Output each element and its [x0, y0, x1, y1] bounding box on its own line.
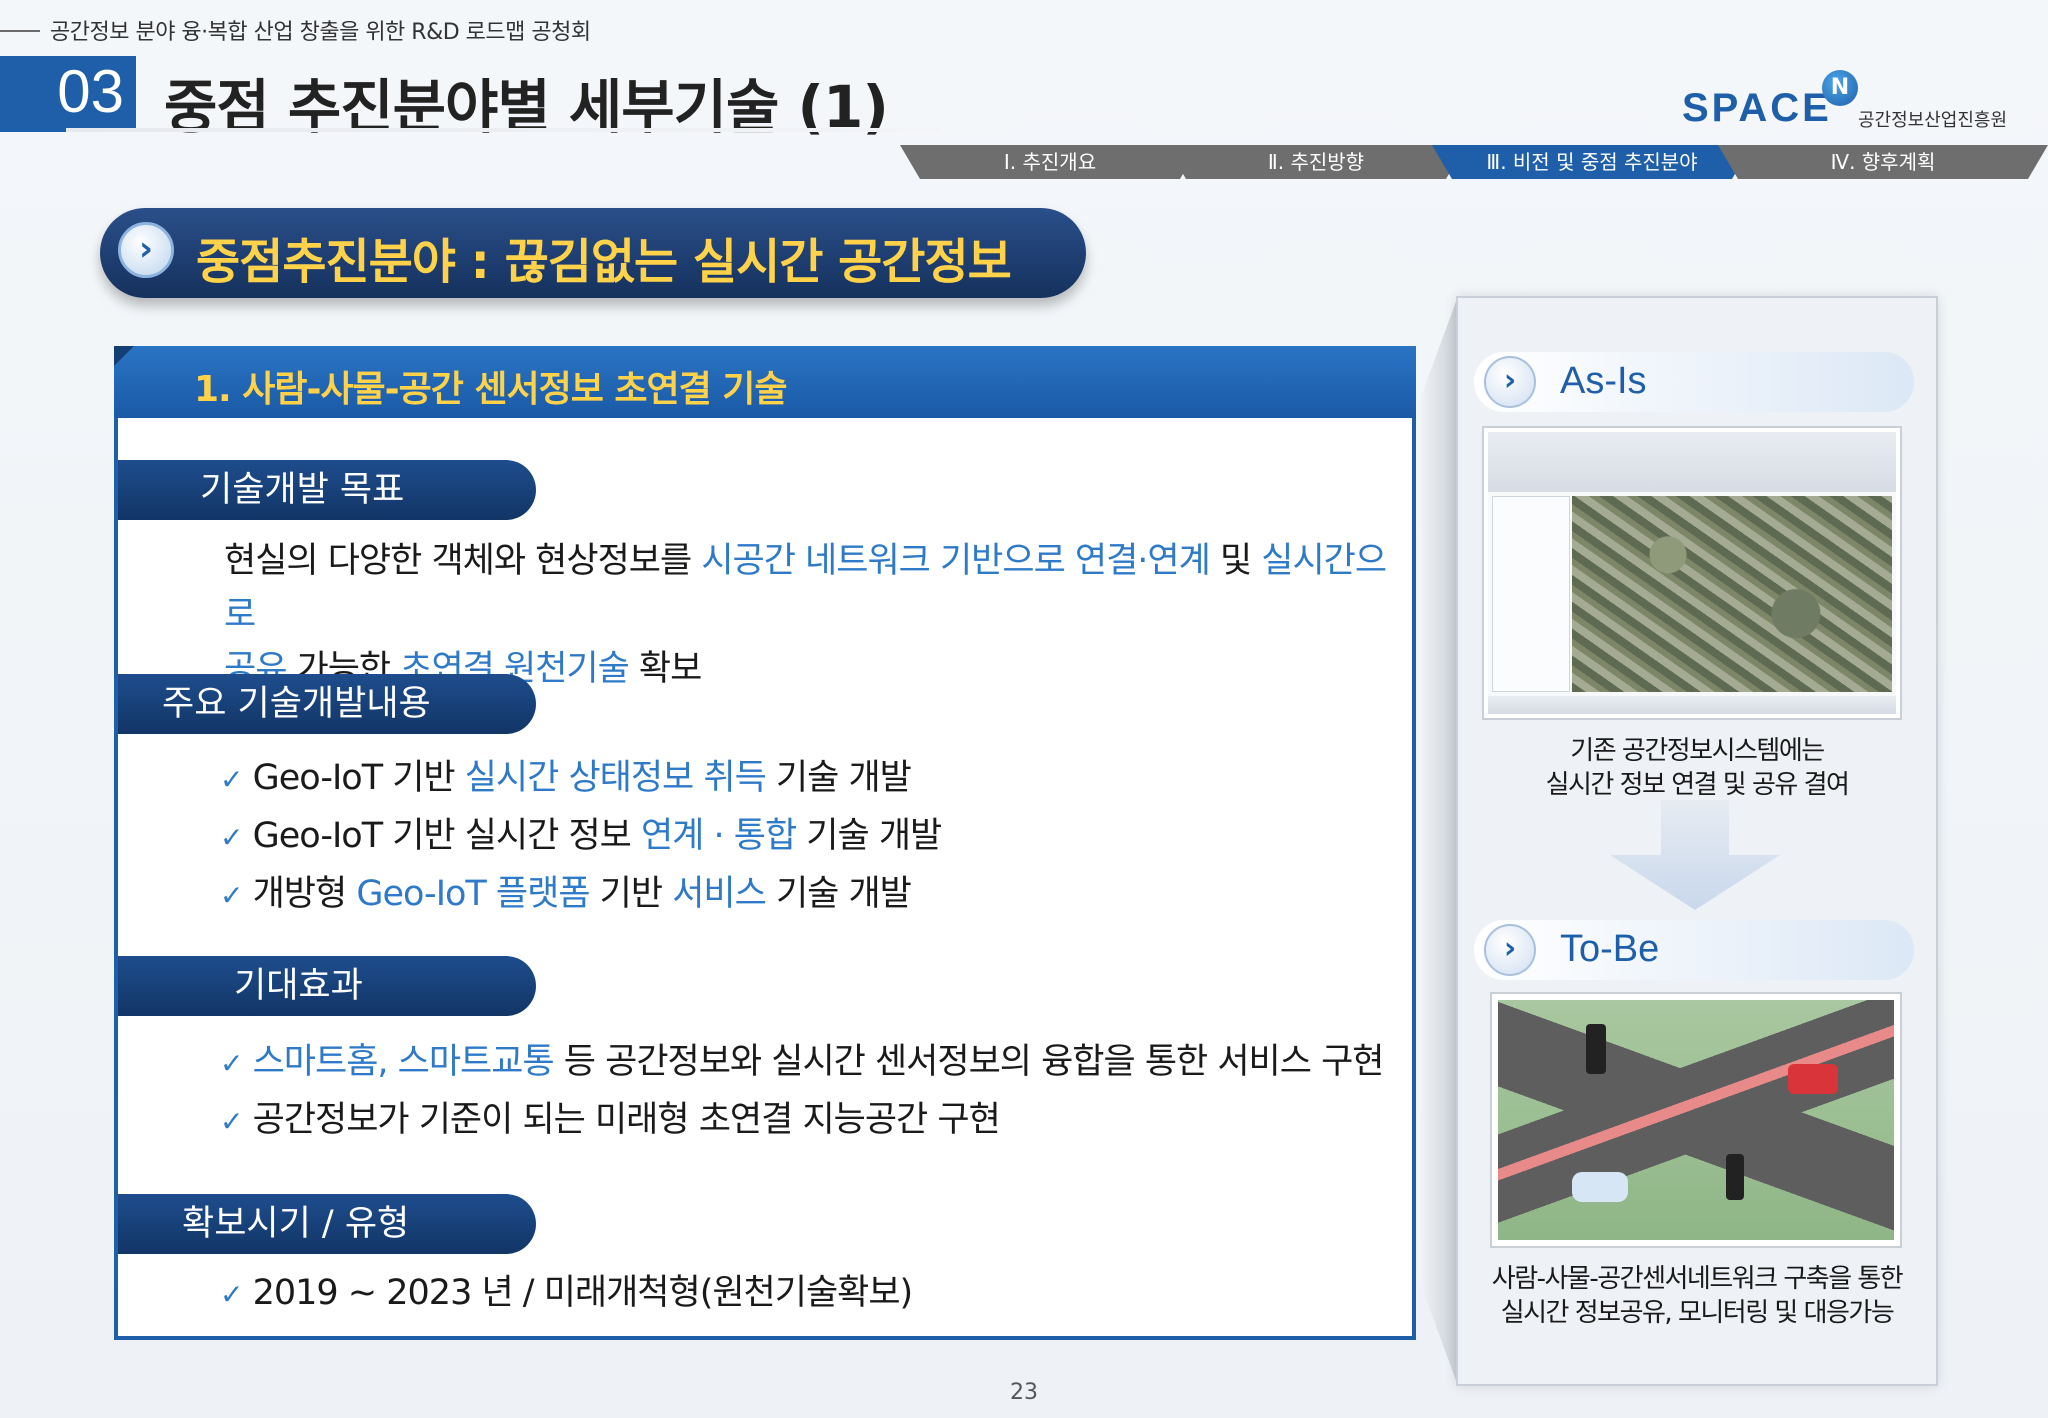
car-icon: [1788, 1064, 1838, 1094]
asis-statusbar: [1488, 696, 1896, 714]
content-item: ✓ Geo-IoT 기반 실시간 상태정보 취득 기술 개발: [220, 758, 912, 798]
tobe-illustration: [1490, 992, 1902, 1248]
tobe-caption: 사람-사물-공간센서네트워크 구축을 통한 실시간 정보공유, 모니터링 및 대…: [1491, 1264, 1904, 1328]
content-list: ✓ Geo-IoT 기반 실시간 상태정보 취득 기술 개발 ✓ Geo-IoT…: [220, 750, 1400, 924]
nav-tab-vision[interactable]: Ⅲ. 비전 및 중점 추진분야: [1432, 145, 1752, 179]
checkmark-icon: ✓: [220, 821, 243, 854]
effect-list: ✓ 스마트홈, 스마트교통 등 공간정보와 실시간 센서정보의 융합을 통한 서…: [220, 1034, 1410, 1150]
effect-label: 기대효과: [118, 956, 536, 1016]
nav-tab-overview[interactable]: Ⅰ. 추진개요: [900, 145, 1200, 179]
logo-org-name: 공간정보산업진흥원: [1858, 110, 2008, 131]
section-nav: Ⅰ. 추진개요 Ⅱ. 추진방향 Ⅲ. 비전 및 중점 추진분야 Ⅳ. 향후계획: [900, 145, 2048, 179]
asis-screenshot: [1482, 426, 1902, 720]
content-label: 주요 기술개발내용: [118, 674, 536, 734]
effect-item: ✓ 공간정보가 기준이 되는 미래형 초연결 지능공간 구현: [220, 1100, 1001, 1140]
traffic-light-icon: [1726, 1154, 1744, 1200]
asis-map: [1572, 496, 1892, 692]
tobe-illustration-canvas: [1498, 1000, 1894, 1240]
checkmark-icon: ✓: [220, 1105, 243, 1138]
asis-label: As-Is: [1560, 360, 1647, 402]
chevron-right-icon: ›: [1484, 356, 1536, 408]
goal-text: 현실의 다양한 객체와 현상정보를 시공간 네트워크 기반으로 연결·연계 및 …: [224, 534, 1404, 696]
content-item: ✓ Geo-IoT 기반 실시간 정보 연계 · 통합 기술 개발: [220, 816, 942, 856]
checkmark-icon: ✓: [220, 1278, 243, 1311]
detail-panel-heading: 1. 사람-사물-공간 센서정보 초연결 기술: [194, 369, 788, 410]
header-rule: [0, 30, 40, 32]
page-number: 23: [1010, 1380, 1038, 1405]
asis-caption: 기존 공간정보시스템에는 실시간 정보 연결 및 공유 결여: [1545, 736, 1850, 800]
asis-tag: [1474, 352, 1914, 412]
chevron-right-icon: ›: [1484, 924, 1536, 976]
car-icon: [1572, 1172, 1628, 1202]
logo-badge-icon: N: [1822, 70, 1858, 106]
title-underline: [0, 128, 940, 132]
nav-tab-direction[interactable]: Ⅱ. 추진방향: [1166, 145, 1466, 179]
goal-line-1: 현실의 다양한 객체와 현상정보를 시공간 네트워크 기반으로 연결·연계 및 …: [224, 541, 1387, 635]
tobe-tag: [1474, 920, 1914, 980]
section-number: 03: [0, 56, 136, 128]
logo-wordmark: SPACE: [1682, 86, 1832, 130]
period-text-row: ✓ 2019 ~ 2023 년 / 미래개척형(원천기술확보): [220, 1266, 1400, 1322]
conference-title: 공간정보 분야 융·복합 산업 창출을 위한 R&D 로드맵 공청회: [50, 20, 591, 45]
goal-label: 기술개발 목표: [118, 460, 536, 520]
side-connector: [1418, 296, 1458, 1386]
asis-toolbar: [1488, 432, 1896, 492]
checkmark-icon: ✓: [220, 1047, 243, 1080]
tobe-label: To-Be: [1560, 928, 1660, 970]
content-item: ✓ 개방형 Geo-IoT 플랫폼 기반 서비스 기술 개발: [220, 874, 912, 914]
period-text: 2019 ~ 2023 년 / 미래개척형(원천기술확보): [252, 1273, 914, 1313]
focus-banner-text: 중점추진분야 : 끊김없는 실시간 공간정보: [196, 234, 1012, 290]
checkmark-icon: ✓: [220, 879, 243, 912]
effect-item: ✓ 스마트홈, 스마트교통 등 공간정보와 실시간 센서정보의 융합을 통한 서…: [220, 1042, 1384, 1082]
checkmark-icon: ✓: [220, 763, 243, 796]
chevron-right-icon: ›: [118, 222, 174, 278]
nav-tab-plan[interactable]: Ⅳ. 향후계획: [1718, 145, 2048, 179]
asis-screenshot-canvas: [1488, 432, 1896, 714]
period-label: 확보시기 / 유형: [118, 1194, 536, 1254]
asis-sidebar: [1492, 496, 1570, 692]
traffic-light-icon: [1586, 1024, 1606, 1074]
